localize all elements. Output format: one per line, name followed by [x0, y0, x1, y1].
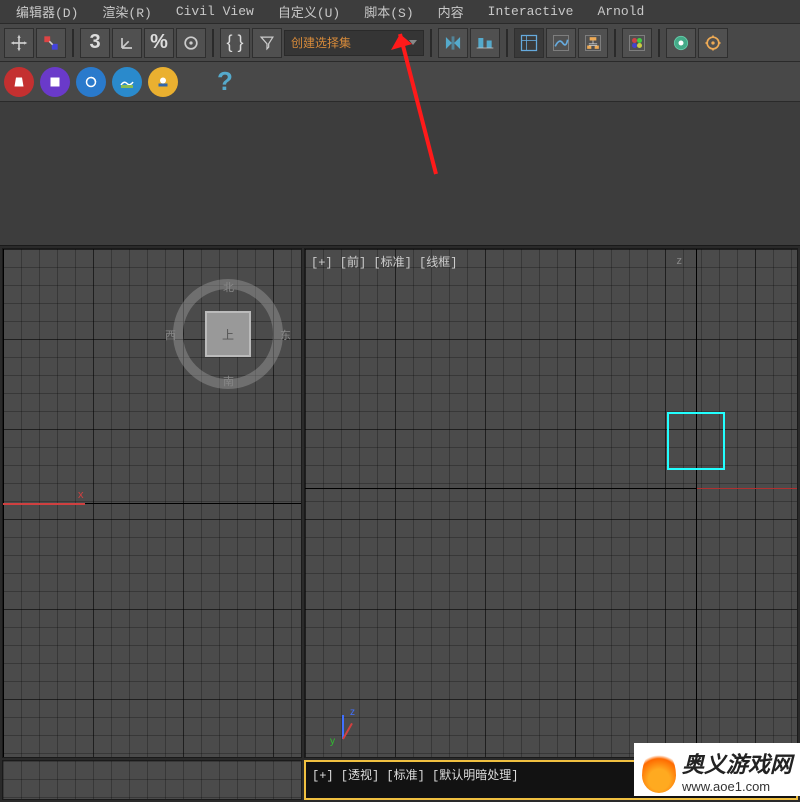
plugin-icon-3[interactable]	[76, 67, 106, 97]
toolbar-separator	[212, 29, 214, 57]
viewport-front-label[interactable]: [+] [前] [标准] [线框]	[311, 253, 457, 270]
viewcube[interactable]: 上 北 南 东 西	[173, 279, 283, 389]
viewcube-south: 南	[223, 373, 234, 389]
grid-major	[305, 249, 797, 757]
viewport-perspective-label[interactable]: [+] [透视] [标准] [默认明暗处理]	[312, 766, 518, 783]
selected-object-box[interactable]	[667, 412, 725, 470]
viewcube-west: 西	[165, 327, 176, 343]
toolbar-separator	[430, 29, 432, 57]
render-setup-icon[interactable]	[666, 28, 696, 58]
plugin-toolbar: ?	[0, 62, 800, 102]
percent-icon[interactable]: %	[144, 28, 174, 58]
menu-civil-view[interactable]: Civil View	[164, 2, 266, 21]
spinner-snap-icon[interactable]	[176, 28, 206, 58]
plugin-icon-1[interactable]	[4, 67, 34, 97]
viewport-front[interactable]: z [+] [前] [标准] [线框] z y	[304, 248, 798, 758]
selection-set-label: 创建选择集	[291, 34, 351, 51]
watermark-title: 奥义游戏网	[682, 747, 792, 779]
menu-editor[interactable]: 编辑器(D)	[4, 0, 90, 23]
menu-arnold[interactable]: Arnold	[585, 2, 656, 21]
render-settings-icon[interactable]	[698, 28, 728, 58]
selection-filter-icon[interactable]	[252, 28, 282, 58]
toolbar-separator	[658, 29, 660, 57]
curve-editor-icon[interactable]	[546, 28, 576, 58]
dropdown-arrow-icon	[409, 40, 417, 45]
menu-script[interactable]: 脚本(S)	[352, 0, 425, 23]
link-tool-icon[interactable]	[36, 28, 66, 58]
watermark-url: www.aoe1.com	[682, 779, 792, 794]
viewports-container: x 上 北 南 东 西 z [+] [前] [标准] [线框] z y [+]	[0, 246, 800, 802]
grid-minor	[3, 761, 301, 799]
axis-tripod: z y	[330, 707, 370, 747]
axis-vertical	[696, 249, 697, 757]
selection-bracket-icon[interactable]: { }	[220, 28, 250, 58]
mirror-tool-icon[interactable]	[438, 28, 468, 58]
viewport-left-bottom[interactable]	[2, 760, 302, 800]
z-axis-label: z	[677, 255, 683, 267]
plugin-icon-5[interactable]	[148, 67, 178, 97]
menu-content[interactable]: 内容	[426, 0, 476, 23]
toolbar-separator	[72, 29, 74, 57]
three-icon[interactable]: 3	[80, 28, 110, 58]
watermark: 奥义游戏网 www.aoe1.com	[634, 743, 800, 796]
menu-customize[interactable]: 自定义(U)	[266, 0, 352, 23]
x-axis-line	[3, 503, 85, 505]
material-editor-icon[interactable]	[622, 28, 652, 58]
layers-panel-icon[interactable]	[514, 28, 544, 58]
schematic-view-icon[interactable]	[578, 28, 608, 58]
watermark-flame-icon	[642, 749, 676, 793]
menu-render[interactable]: 渲染(R)	[90, 0, 163, 23]
toolbar-separator	[614, 29, 616, 57]
z-label: z	[350, 707, 355, 718]
main-toolbar: 3 % { } 创建选择集	[0, 24, 800, 62]
viewport-top[interactable]: x 上 北 南 东 西	[2, 248, 302, 758]
plugin-icon-2[interactable]	[40, 67, 70, 97]
selection-set-dropdown[interactable]: 创建选择集	[284, 30, 424, 56]
toolbar-separator	[506, 29, 508, 57]
ribbon-area	[0, 102, 800, 246]
plugin-icon-4[interactable]	[112, 67, 142, 97]
menu-interactive[interactable]: Interactive	[476, 2, 586, 21]
x-axis-label: x	[78, 489, 84, 501]
angle-constraint-icon[interactable]	[112, 28, 142, 58]
viewcube-east: 东	[280, 327, 291, 343]
watermark-text: 奥义游戏网 www.aoe1.com	[682, 747, 792, 794]
menubar: 编辑器(D) 渲染(R) Civil View 自定义(U) 脚本(S) 内容 …	[0, 0, 800, 24]
viewcube-face[interactable]: 上	[205, 311, 251, 357]
viewcube-north: 北	[223, 279, 234, 295]
align-tool-icon[interactable]	[470, 28, 500, 58]
y-label: y	[330, 736, 335, 747]
move-tool-icon[interactable]	[4, 28, 34, 58]
x-axis-line	[697, 488, 797, 489]
help-icon[interactable]: ?	[210, 67, 240, 97]
